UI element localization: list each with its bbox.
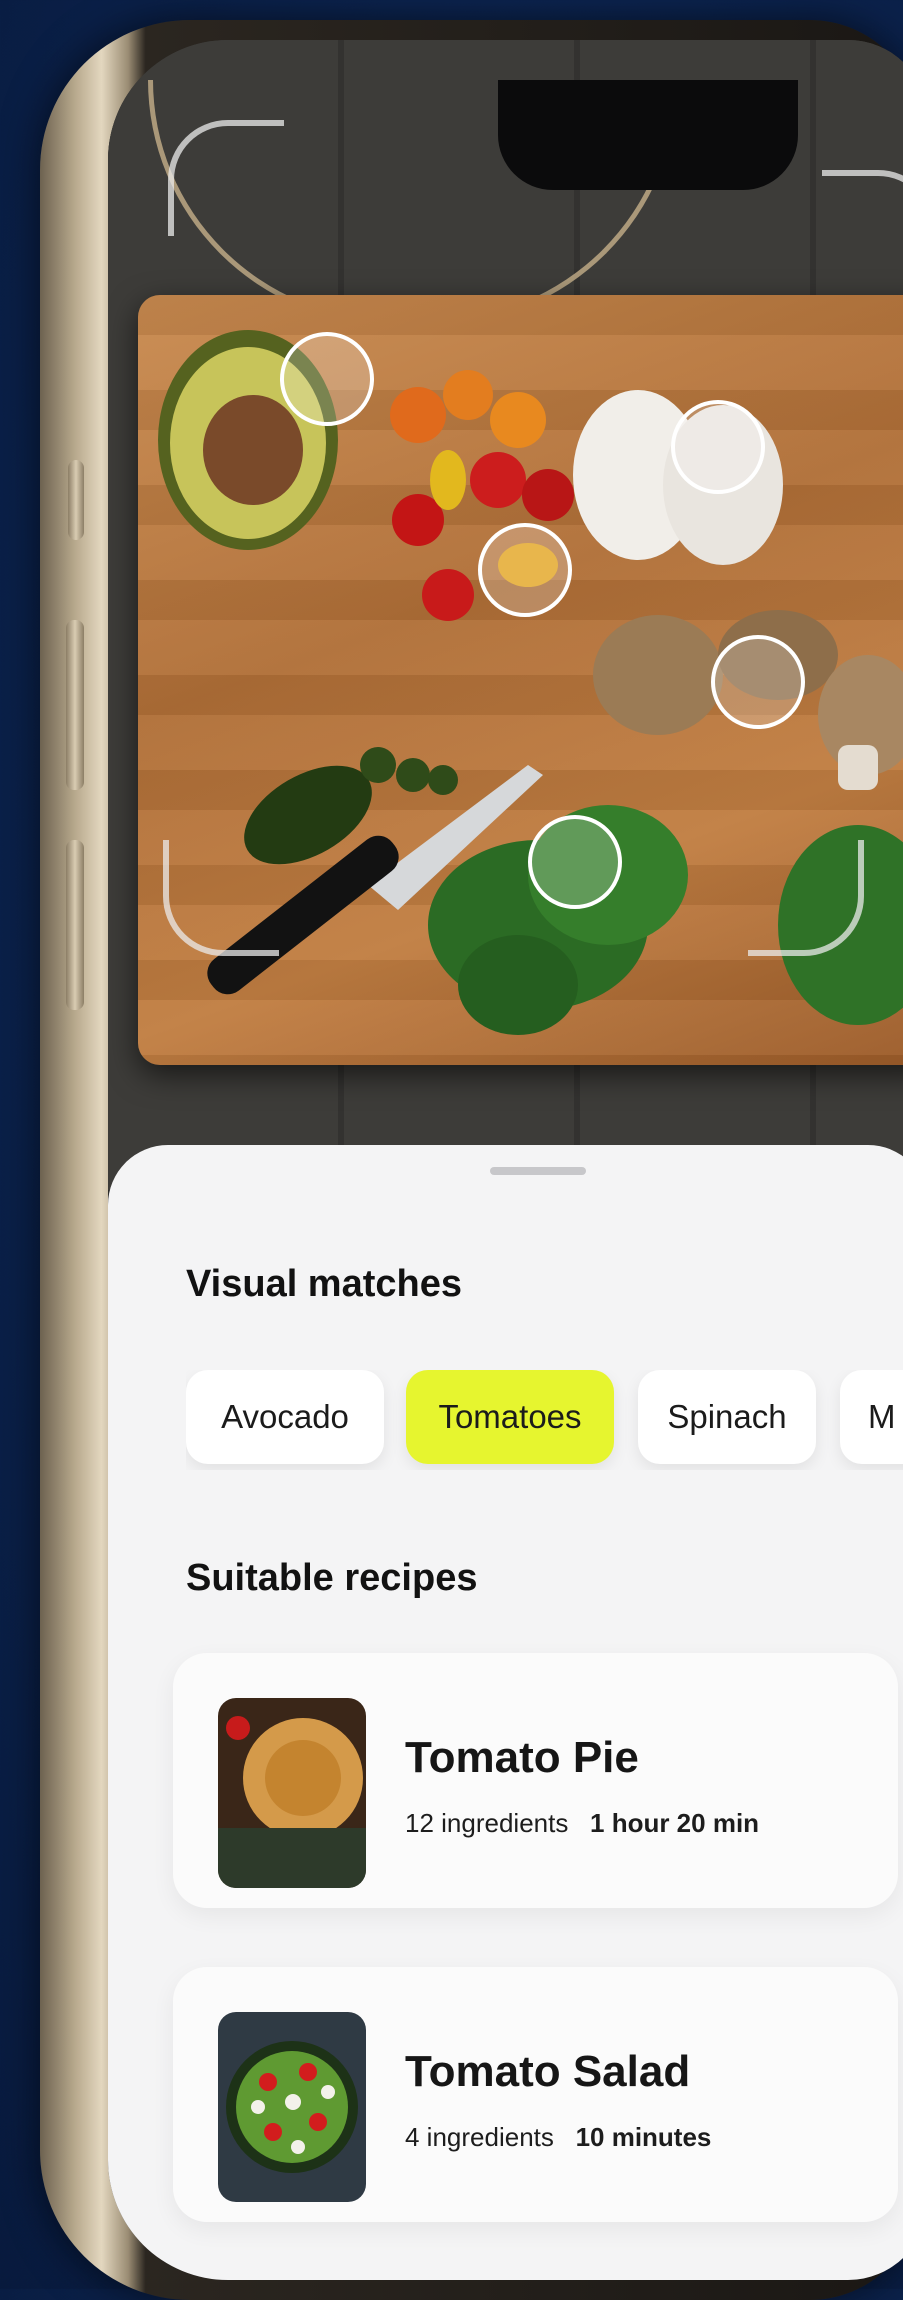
recipe-card-tomato-pie[interactable]: Tomato Pie 12 ingredients 1 hour 20 min (173, 1653, 898, 1908)
recipe-card-tomato-salad[interactable]: Tomato Salad 4 ingredients 10 minutes (173, 1967, 898, 2222)
recipe-name: Tomato Salad (405, 2047, 691, 2096)
focus-corner-bottom-left (163, 840, 279, 956)
chip-partial[interactable]: M (840, 1370, 903, 1464)
results-sheet: Visual matches Avocado Tomatoes Spinach … (108, 1145, 903, 2280)
recipe-name: Tomato Pie (405, 1733, 639, 1782)
visual-matches-title: Visual matches (186, 1263, 463, 1305)
detection-marker-avocado[interactable] (280, 332, 374, 426)
recipe-meta: 4 ingredients 10 minutes (405, 2122, 711, 2153)
detection-marker-eggs[interactable] (671, 400, 765, 494)
volume-down-button[interactable] (66, 840, 84, 1010)
recipe-meta: 12 ingredients 1 hour 20 min (405, 1808, 759, 1839)
recipe-cook-time: 1 hour 20 min (590, 1808, 760, 1838)
focus-corner-top-left (168, 120, 284, 236)
silent-switch[interactable] (68, 460, 84, 540)
notch (498, 80, 798, 190)
detection-marker-spinach[interactable] (528, 815, 622, 909)
camera-viewfinder[interactable] (108, 40, 903, 1190)
focus-corner-top-right (822, 170, 903, 286)
sheet-drag-handle[interactable] (490, 1167, 586, 1175)
recipe-cook-time: 10 minutes (575, 2122, 712, 2152)
recipe-thumbnail (218, 1698, 366, 1888)
ingredient-chip-list[interactable]: Avocado Tomatoes Spinach M (186, 1370, 903, 1470)
recipe-thumbnail (218, 2012, 366, 2202)
phone-screen: Visual matches Avocado Tomatoes Spinach … (108, 40, 903, 2280)
detection-marker-tomatoes[interactable] (478, 523, 572, 617)
suitable-recipes-title: Suitable recipes (186, 1557, 478, 1599)
recipe-ingredients-count: 12 ingredients (405, 1808, 569, 1838)
chip-spinach[interactable]: Spinach (638, 1370, 816, 1464)
detection-marker-mushrooms[interactable] (711, 635, 805, 729)
volume-up-button[interactable] (66, 620, 84, 790)
recipe-ingredients-count: 4 ingredients (405, 2122, 554, 2152)
chip-tomatoes[interactable]: Tomatoes (406, 1370, 614, 1464)
chip-avocado[interactable]: Avocado (186, 1370, 384, 1464)
